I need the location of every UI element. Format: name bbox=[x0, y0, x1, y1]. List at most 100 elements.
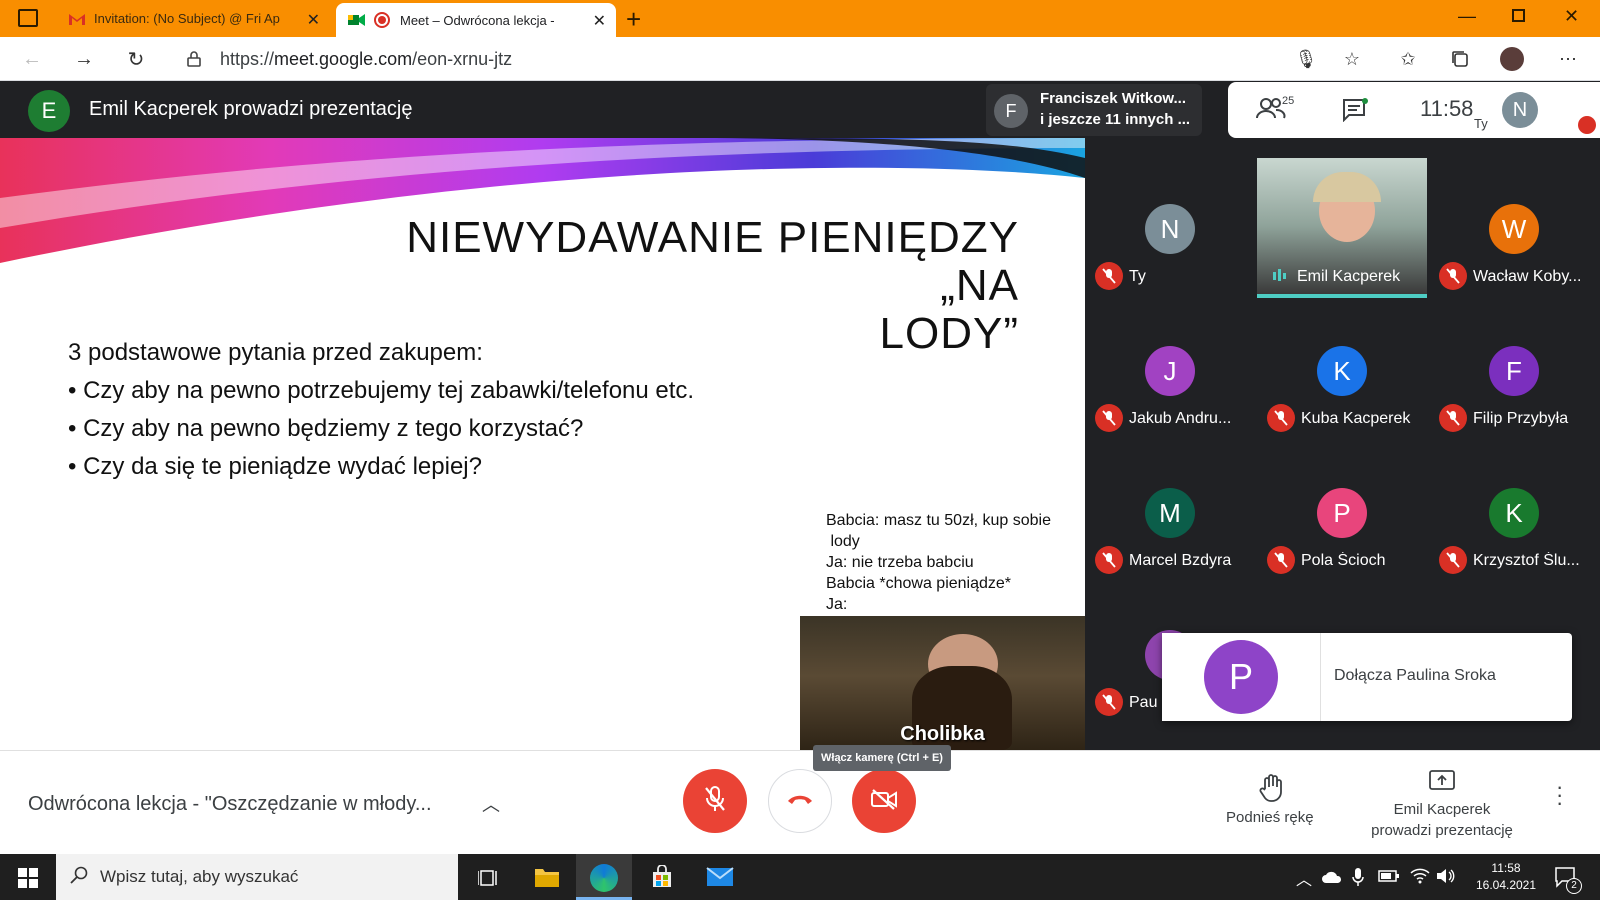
participant-tile[interactable]: F Filip Przybyła bbox=[1429, 300, 1599, 440]
taskbar-clock[interactable]: 11:58 16.04.2021 bbox=[1468, 860, 1544, 894]
notification-count: 2 bbox=[1566, 878, 1582, 894]
present-label[interactable]: Emil Kacperek prowadzi prezentację bbox=[1362, 799, 1522, 841]
windows-taskbar: Wpisz tutaj, aby wyszukać ︿ 11:58 16.04.… bbox=[0, 854, 1600, 900]
camera-tooltip: Włącz kamerę (Ctrl + E) bbox=[813, 745, 951, 771]
favorites-icon[interactable]: ✩ bbox=[1394, 45, 1422, 73]
participant-tile[interactable]: J Jakub Andru... bbox=[1085, 300, 1255, 440]
participant-avatar: N bbox=[1145, 204, 1195, 254]
participant-name: Emil Kacperek bbox=[1297, 268, 1401, 285]
toast-divider bbox=[1320, 633, 1321, 721]
speaking-indicator-icon bbox=[1271, 268, 1289, 282]
meme-line: Babcia: masz tu 50zł, kup sobie bbox=[826, 512, 1052, 529]
lock-icon[interactable] bbox=[180, 45, 208, 73]
microphone-tray-icon[interactable] bbox=[1352, 867, 1364, 892]
tab-actions-icon[interactable] bbox=[18, 9, 38, 27]
taskbar-search-box[interactable]: Wpisz tutaj, aby wyszukać bbox=[56, 854, 458, 900]
toast-avatar-area: P bbox=[1162, 633, 1320, 721]
others-presenting-chip[interactable]: F Franciszek Witkow... i jeszcze 11 inny… bbox=[986, 84, 1202, 136]
present-label-line1: Emil Kacperek bbox=[1393, 801, 1491, 818]
toast-text: Dołącza Paulina Sroka bbox=[1334, 667, 1496, 684]
file-explorer-icon[interactable] bbox=[534, 866, 560, 893]
camera-toggle-button[interactable] bbox=[852, 769, 916, 833]
raise-hand-icon[interactable] bbox=[1258, 773, 1286, 803]
taskbar-date: 16.04.2021 bbox=[1475, 878, 1537, 892]
add-favorite-icon[interactable]: ☆ bbox=[1338, 45, 1366, 73]
participant-tile[interactable]: W Wacław Koby... bbox=[1429, 158, 1599, 298]
meeting-controls: Odwrócona lekcja - "Oszczędzanie w młody… bbox=[0, 745, 1600, 854]
more-options-icon[interactable]: · · · bbox=[1556, 776, 1563, 814]
participant-tile[interactable]: K Krzysztof Ślu... bbox=[1429, 442, 1599, 582]
raise-hand-label[interactable]: Podnieś rękę bbox=[1226, 809, 1314, 826]
muted-badge-icon bbox=[1578, 116, 1596, 134]
minimize-icon[interactable]: — bbox=[1458, 6, 1476, 27]
search-icon bbox=[70, 866, 88, 889]
more-menu-icon[interactable]: ⋯ bbox=[1554, 45, 1582, 73]
wifi-icon[interactable] bbox=[1410, 868, 1430, 889]
meeting-title[interactable]: Odwrócona lekcja - "Oszczędzanie w młody… bbox=[28, 793, 432, 816]
battery-icon[interactable] bbox=[1378, 869, 1400, 888]
microphone-icon[interactable]: 🎙 bbox=[1292, 45, 1320, 73]
leave-call-button[interactable] bbox=[768, 769, 832, 833]
mail-icon[interactable] bbox=[706, 867, 734, 892]
collections-icon[interactable] bbox=[1446, 45, 1474, 73]
mic-off-icon bbox=[1439, 404, 1467, 432]
self-label: Ty bbox=[1474, 116, 1488, 131]
windows-start-icon[interactable] bbox=[18, 868, 38, 893]
slide-body: 3 podstawowe pytania przed zakupem: • Cz… bbox=[68, 334, 694, 486]
edge-taskbar-button[interactable] bbox=[576, 854, 632, 900]
join-notification: P Dołącza Paulina Sroka bbox=[1162, 633, 1572, 721]
participant-tile[interactable]: N Ty bbox=[1085, 158, 1255, 298]
participant-name: Ty bbox=[1129, 268, 1146, 285]
meme-line: Babcia *chowa pieniądze* bbox=[826, 575, 1012, 592]
participant-name: Wacław Koby... bbox=[1473, 268, 1582, 285]
slide-bullet: • Czy aby na pewno będziemy z tego korzy… bbox=[68, 415, 584, 442]
restore-icon[interactable] bbox=[1512, 9, 1525, 22]
participant-avatar: W bbox=[1489, 204, 1539, 254]
participant-tile[interactable]: P Pola Ścioch bbox=[1257, 442, 1427, 582]
close-tab-icon[interactable]: ✕ bbox=[307, 10, 320, 30]
search-placeholder: Wpisz tutaj, aby wyszukać bbox=[100, 867, 299, 886]
new-tab-icon[interactable]: + bbox=[626, 4, 641, 35]
show-hidden-icons[interactable]: ︿ bbox=[1296, 866, 1312, 890]
slide-bullet: • Czy da się te pieniądze wydać lepiej? bbox=[68, 453, 482, 480]
mic-toggle-button[interactable] bbox=[683, 769, 747, 833]
close-tab-icon[interactable]: ✕ bbox=[593, 11, 606, 31]
close-window-icon[interactable]: ✕ bbox=[1564, 6, 1579, 27]
mic-off-icon bbox=[1267, 404, 1295, 432]
address-bar[interactable]: https://meet.google.com/eon-xrnu-jtz bbox=[220, 49, 512, 70]
task-view-icon[interactable] bbox=[477, 868, 500, 893]
toast-avatar: P bbox=[1204, 640, 1278, 714]
tab-title: Meet – Odwrócona lekcja - bbox=[400, 12, 555, 28]
profile-avatar[interactable] bbox=[1498, 45, 1526, 73]
bullet-text: Czy da się te pieniądze wydać lepiej? bbox=[83, 453, 482, 480]
others-line2: i jeszcze 11 innych ... bbox=[1040, 111, 1191, 128]
participant-avatar: M bbox=[1145, 488, 1195, 538]
browser-tab-strip: Invitation: (No Subject) @ Fri Ap ✕ Meet… bbox=[0, 0, 1600, 37]
chevron-up-icon[interactable]: ︿ bbox=[482, 791, 500, 817]
tab-gmail[interactable]: Invitation: (No Subject) @ Fri Ap ✕ bbox=[56, 0, 330, 37]
hang-up-icon bbox=[786, 792, 814, 811]
chat-icon[interactable] bbox=[1342, 98, 1368, 127]
participant-tile[interactable]: M Marcel Bzdyra bbox=[1085, 442, 1255, 582]
participant-video-tile[interactable]: Emil Kacperek bbox=[1257, 158, 1427, 298]
mic-off-icon bbox=[1267, 546, 1295, 574]
present-screen-icon[interactable] bbox=[1428, 769, 1456, 793]
meme-line: Ja: nie trzeba babciu bbox=[826, 554, 974, 571]
forward-icon[interactable]: → bbox=[70, 45, 98, 73]
url-host: meet.google.com bbox=[274, 49, 413, 69]
gmail-icon bbox=[68, 10, 86, 28]
store-icon[interactable] bbox=[650, 864, 674, 894]
bullet-text: Czy aby na pewno będziemy z tego korzyst… bbox=[83, 415, 584, 442]
participant-avatar: K bbox=[1317, 346, 1367, 396]
reload-icon[interactable]: ↻ bbox=[122, 45, 150, 73]
participant-tile[interactable]: K Kuba Kacperek bbox=[1257, 300, 1427, 440]
presentation-slide: NIEWYDAWANIE PIENIĘDZY „NA LODY” 3 podst… bbox=[0, 138, 1085, 750]
bullet-text: Czy aby na pewno potrzebujemy tej zabawk… bbox=[83, 377, 695, 404]
onedrive-icon[interactable] bbox=[1322, 870, 1342, 888]
meet-icon bbox=[348, 11, 366, 29]
tab-meet[interactable]: Meet – Odwrócona lekcja - ✕ bbox=[336, 3, 616, 37]
participant-name: Kuba Kacperek bbox=[1301, 410, 1411, 427]
volume-icon[interactable] bbox=[1436, 868, 1456, 889]
back-icon[interactable]: ← bbox=[18, 45, 46, 73]
url-scheme: https:// bbox=[220, 49, 275, 69]
